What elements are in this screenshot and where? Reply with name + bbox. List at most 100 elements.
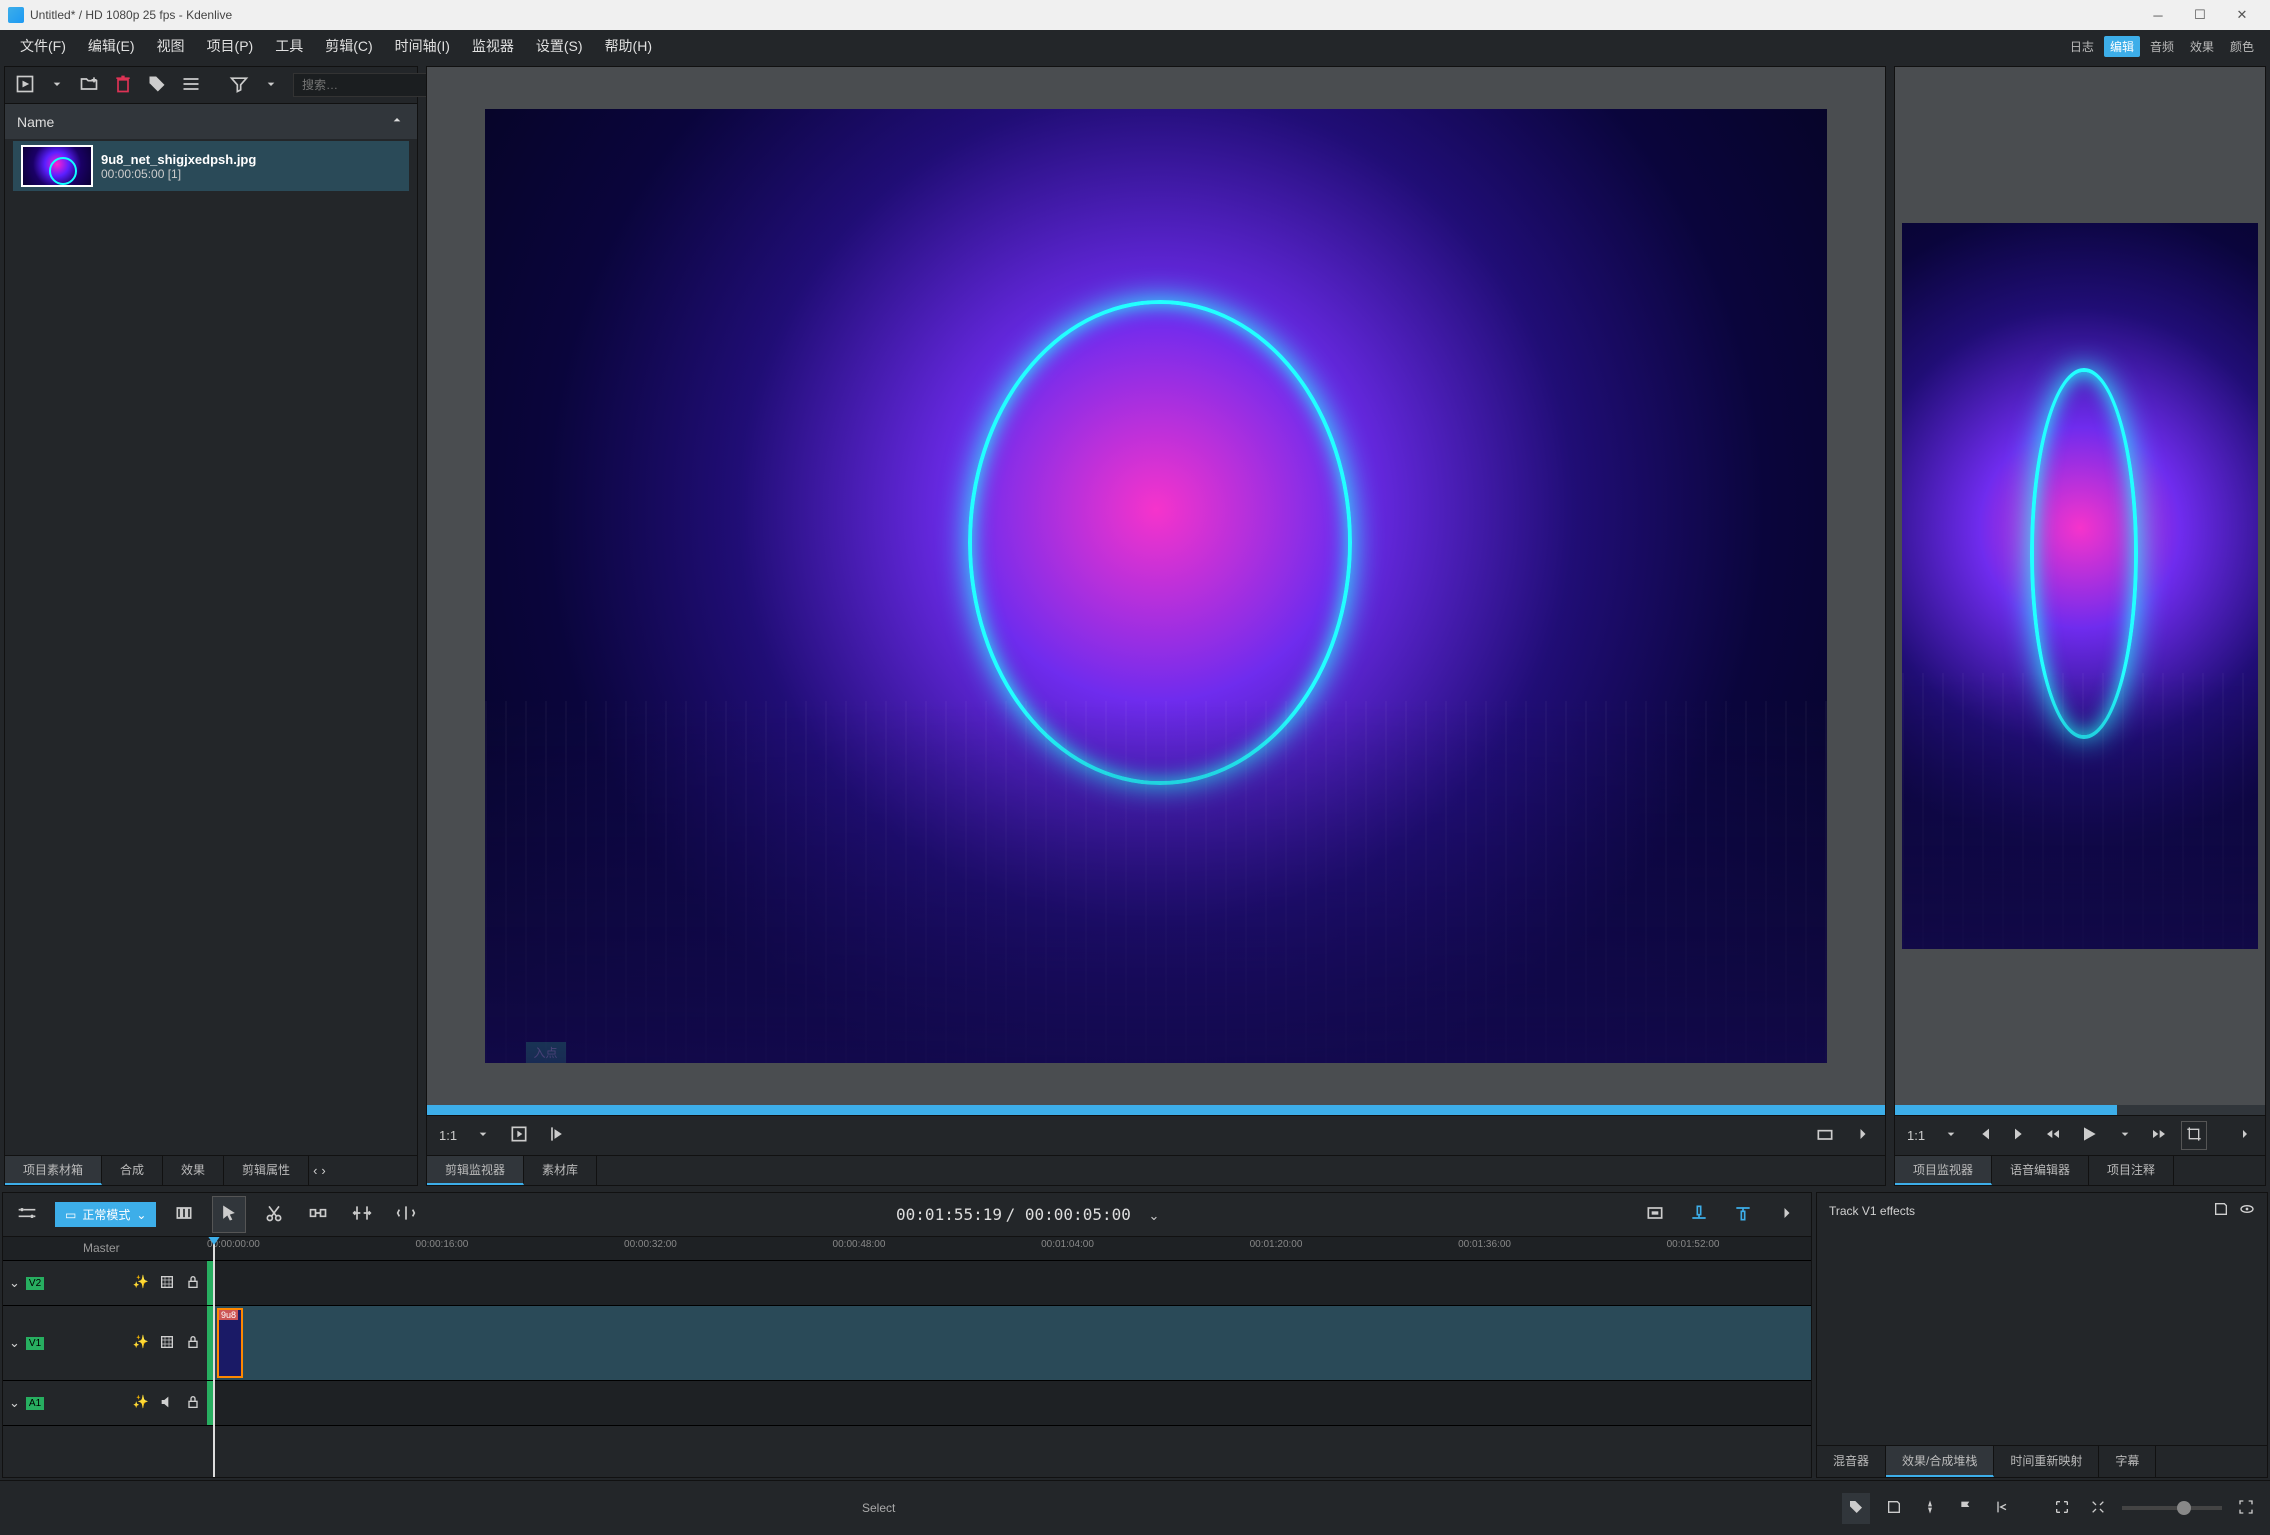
minimize-button[interactable]: ─ bbox=[2138, 2, 2178, 28]
maximize-button[interactable]: ☐ bbox=[2180, 2, 2220, 28]
zoom-handle[interactable] bbox=[2177, 1501, 2191, 1515]
filter-icon[interactable] bbox=[229, 74, 249, 97]
fullscreen-icon[interactable] bbox=[2234, 1495, 2258, 1522]
layout-color[interactable]: 颜色 bbox=[2224, 36, 2260, 57]
collapse-icon[interactable]: ⌄ bbox=[9, 1395, 20, 1411]
film-icon[interactable] bbox=[159, 1334, 175, 1353]
clip-monitor-scrubber[interactable] bbox=[427, 1105, 1885, 1115]
effects-track-icon[interactable]: ✨ bbox=[133, 1334, 149, 1353]
clip-monitor-viewport[interactable]: 入点 bbox=[427, 67, 1885, 1105]
rewind-icon[interactable] bbox=[2041, 1122, 2065, 1149]
extract-icon[interactable] bbox=[1727, 1197, 1759, 1232]
tab-project-bin[interactable]: 项目素材箱 bbox=[5, 1156, 102, 1185]
tag-icon[interactable] bbox=[147, 74, 167, 97]
spacer-tool-icon[interactable] bbox=[302, 1197, 334, 1232]
lock-icon[interactable] bbox=[185, 1394, 201, 1413]
speaker-icon[interactable] bbox=[159, 1394, 175, 1413]
zoom-dropdown-icon[interactable] bbox=[1939, 1122, 1963, 1149]
effects-icon[interactable] bbox=[1811, 1120, 1839, 1151]
layout-effects[interactable]: 效果 bbox=[2184, 36, 2220, 57]
effects-track-icon[interactable]: ✨ bbox=[133, 1274, 149, 1293]
track-a1-content[interactable] bbox=[213, 1381, 1811, 1425]
track-v1-content[interactable]: 9u8 bbox=[213, 1306, 1811, 1380]
tab-compose[interactable]: 合成 bbox=[102, 1156, 163, 1185]
collapse-icon[interactable]: ⌄ bbox=[9, 1275, 20, 1291]
effects-track-icon[interactable]: ✨ bbox=[133, 1394, 149, 1413]
menu-settings[interactable]: 设置(S) bbox=[526, 32, 593, 60]
menu-clip[interactable]: 剪辑(C) bbox=[315, 32, 382, 60]
menu-view[interactable]: 视图 bbox=[147, 32, 195, 60]
slip-tool-icon[interactable] bbox=[390, 1197, 422, 1232]
tab-subtitle[interactable]: 字幕 bbox=[2099, 1446, 2156, 1477]
select-tool-icon[interactable] bbox=[212, 1196, 246, 1233]
edit-mode-dropdown[interactable]: ▭ 正常模式 ⌄ bbox=[55, 1202, 156, 1227]
eye-icon[interactable] bbox=[2239, 1201, 2255, 1220]
play-dropdown-icon[interactable] bbox=[2113, 1122, 2137, 1149]
more-icon[interactable] bbox=[1849, 1120, 1877, 1151]
zoom-slider[interactable] bbox=[2122, 1506, 2222, 1510]
tab-mixer[interactable]: 混音器 bbox=[1817, 1446, 1886, 1477]
tab-effects[interactable]: 效果 bbox=[163, 1156, 224, 1185]
save-icon[interactable] bbox=[2213, 1201, 2229, 1220]
menu-help[interactable]: 帮助(H) bbox=[595, 32, 662, 60]
project-monitor-viewport[interactable] bbox=[1895, 67, 2265, 1105]
tag-mode-icon[interactable] bbox=[1842, 1493, 1870, 1524]
track-compositing-icon[interactable] bbox=[168, 1197, 200, 1232]
menu-monitor[interactable]: 监视器 bbox=[462, 32, 524, 60]
tab-voice-editor[interactable]: 语音编辑器 bbox=[1992, 1156, 2089, 1185]
ripple-tool-icon[interactable] bbox=[346, 1197, 378, 1232]
tab-library[interactable]: 素材库 bbox=[524, 1156, 597, 1185]
set-in-point-icon[interactable] bbox=[543, 1120, 571, 1151]
timecode-current[interactable]: 00:01:55:19 bbox=[896, 1205, 1002, 1224]
layout-audio[interactable]: 音频 bbox=[2144, 36, 2180, 57]
bin-name-header[interactable]: Name bbox=[5, 104, 417, 139]
chevron-down-icon[interactable] bbox=[49, 76, 65, 95]
save-status-icon[interactable] bbox=[1882, 1495, 1906, 1522]
chevron-down-icon[interactable]: ⌄ bbox=[1142, 1202, 1165, 1229]
tab-scroll-left-icon[interactable]: ‹ bbox=[313, 1163, 317, 1178]
layout-edit[interactable]: 编辑 bbox=[2104, 36, 2140, 57]
lock-icon[interactable] bbox=[185, 1274, 201, 1293]
close-button[interactable]: ✕ bbox=[2222, 2, 2262, 28]
zoom-dropdown-icon[interactable] bbox=[471, 1122, 495, 1149]
film-icon[interactable] bbox=[159, 1274, 175, 1293]
tab-effect-stack[interactable]: 效果/合成堆栈 bbox=[1886, 1446, 1994, 1477]
zoom-fit-icon[interactable] bbox=[2050, 1495, 2074, 1522]
menu-timeline[interactable]: 时间轴(I) bbox=[385, 32, 460, 60]
layout-log[interactable]: 日志 bbox=[2064, 36, 2100, 57]
insert-icon[interactable] bbox=[1683, 1197, 1715, 1232]
forward-icon[interactable] bbox=[2147, 1122, 2171, 1149]
overwrite-icon[interactable] bbox=[1639, 1197, 1671, 1232]
goto-start-icon[interactable] bbox=[1973, 1122, 1997, 1149]
folder-add-icon[interactable] bbox=[79, 74, 99, 97]
tab-project-notes[interactable]: 项目注释 bbox=[2089, 1156, 2174, 1185]
menu-icon[interactable] bbox=[181, 74, 201, 97]
snap-icon[interactable] bbox=[1918, 1495, 1942, 1522]
chevron-down-icon[interactable] bbox=[263, 76, 279, 95]
master-label[interactable]: Master bbox=[3, 1237, 207, 1260]
more-timeline-icon[interactable] bbox=[1771, 1197, 1803, 1232]
zoom-out-icon[interactable] bbox=[2086, 1495, 2110, 1522]
snap-magnet-icon[interactable] bbox=[1990, 1495, 2014, 1522]
menu-file[interactable]: 文件(F) bbox=[10, 32, 76, 60]
tab-project-monitor[interactable]: 项目监视器 bbox=[1895, 1156, 1992, 1185]
tab-scroll-right-icon[interactable]: › bbox=[321, 1163, 325, 1178]
cut-tool-icon[interactable] bbox=[258, 1197, 290, 1232]
insert-zone-icon[interactable] bbox=[505, 1120, 533, 1151]
menu-project[interactable]: 项目(P) bbox=[197, 32, 264, 60]
bin-clip-item[interactable]: 9u8_net_shigjxedpsh.jpg 00:00:05:00 [1] bbox=[13, 141, 409, 191]
more-icon[interactable] bbox=[2233, 1122, 2257, 1149]
menu-tools[interactable]: 工具 bbox=[265, 32, 313, 60]
delete-icon[interactable] bbox=[113, 74, 133, 97]
settings-icon[interactable] bbox=[11, 1197, 43, 1232]
goto-end-icon[interactable] bbox=[2007, 1122, 2031, 1149]
playhead[interactable] bbox=[213, 1237, 215, 1477]
crop-icon[interactable] bbox=[2181, 1121, 2207, 1150]
add-clip-icon[interactable] bbox=[15, 74, 35, 97]
project-monitor-scrubber[interactable] bbox=[1895, 1105, 2265, 1115]
track-v2-content[interactable] bbox=[213, 1261, 1811, 1305]
menu-edit[interactable]: 编辑(E) bbox=[78, 32, 145, 60]
collapse-icon[interactable]: ⌄ bbox=[9, 1335, 20, 1351]
tab-clip-monitor[interactable]: 剪辑监视器 bbox=[427, 1156, 524, 1185]
flag-icon[interactable] bbox=[1954, 1495, 1978, 1522]
